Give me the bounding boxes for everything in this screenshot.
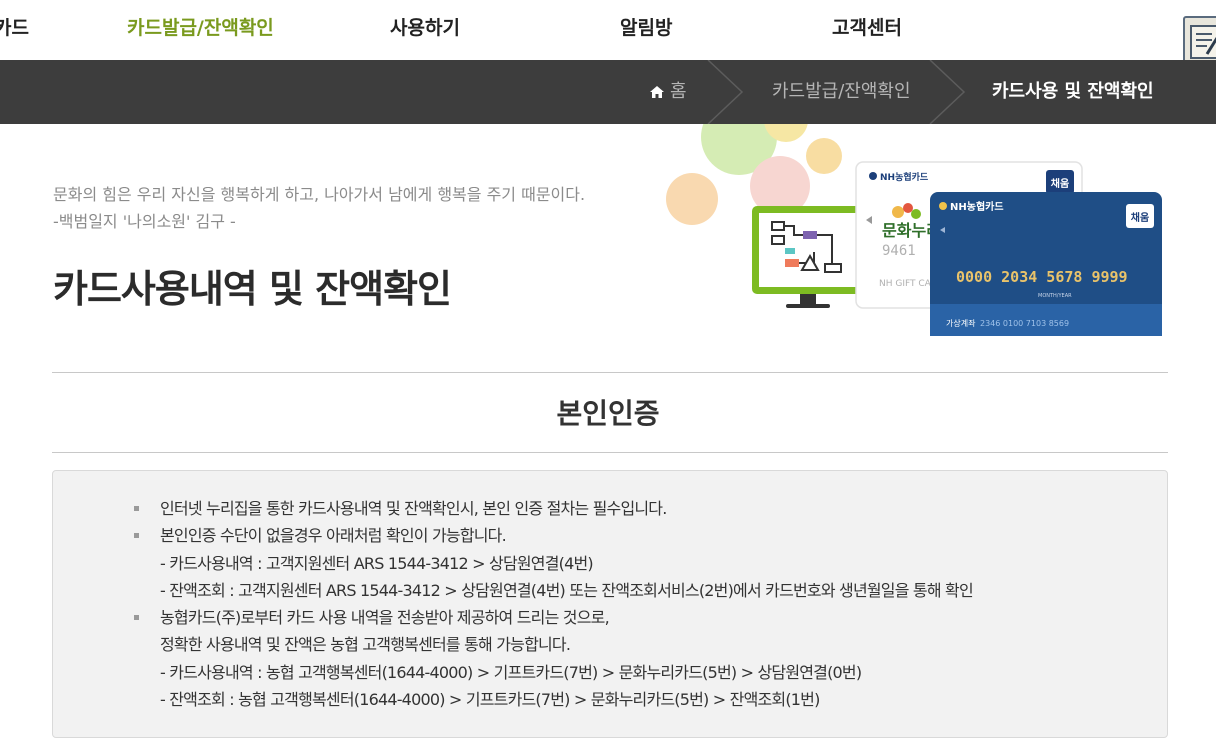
list-item-line: 정확한 사용내역 및 잔액은 농협 고객행복센터를 통해 가능합니다.: [160, 635, 571, 655]
list-item: 농협카드(주)로부터 카드 사용 내역을 전송받아 제공하여 드리는 것으로, …: [133, 604, 973, 713]
svg-text:2346 0100 7103 8569: 2346 0100 7103 8569: [980, 319, 1069, 328]
sitemap-button[interactable]: [1183, 16, 1216, 66]
nav-item-card[interactable]: 카드: [0, 15, 29, 41]
svg-text:9461: 9461: [882, 243, 916, 259]
section-divider-bottom: [52, 452, 1168, 453]
svg-text:채움: 채움: [1131, 211, 1149, 224]
breadcrumb: 홈 카드발급/잔액확인 카드사용 및 잔액확인: [0, 60, 1216, 124]
list-item-line: 농협카드(주)로부터 카드 사용 내역을 전송받아 제공하여 드리는 것으로,: [160, 608, 610, 628]
list-item-line: - 잔액조회 : 농협 고객행복센터(1644-4000) > 기프트카드(7번…: [160, 690, 820, 710]
list-item-line: 본인인증 수단이 없을경우 아래처럼 확인이 가능합니다.: [160, 526, 507, 546]
monitor-icon: [752, 206, 864, 308]
svg-text:0000 2034 5678 9999: 0000 2034 5678 9999: [956, 268, 1128, 286]
svg-text:NH GIFT CA: NH GIFT CA: [879, 279, 932, 289]
section-title: 본인인증: [556, 397, 660, 430]
list-item: 본인인증 수단이 없을경우 아래처럼 확인이 가능합니다. - 카드사용내역 :…: [133, 522, 974, 604]
list-item-line: - 카드사용내역 : 농협 고객행복센터(1644-4000) > 기프트카드(…: [160, 662, 862, 682]
top-navigation: 카드 카드발급/잔액확인 사용하기 알림방 고객센터: [0, 0, 1216, 66]
breadcrumb-separator: [707, 60, 744, 124]
nav-item-usage[interactable]: 사용하기: [390, 15, 460, 41]
hero-illustration-graphic: 채움 NH농협카드 문화누리 9461 NH GIFT CA NH농협카드 채움…: [666, 124, 1162, 336]
nav-item-notice[interactable]: 알림방: [620, 15, 672, 41]
svg-text:NH농협카드: NH농협카드: [880, 171, 929, 183]
nav-item-customer-center[interactable]: 고객센터: [832, 15, 902, 41]
hero-illustration: 채움 NH농협카드 문화누리 9461 NH GIFT CA NH농협카드 채움…: [660, 124, 1168, 336]
breadcrumb-home-label: 홈: [670, 81, 687, 102]
hero-quote-line2: -백범일지 '나의소원' 김구 -: [53, 212, 236, 231]
home-icon: [650, 86, 664, 98]
page-title: 카드사용내역 및 잔액확인: [53, 267, 452, 311]
list-item-line: 인터넷 누리집을 통한 카드사용내역 및 잔액확인시, 본인 인증 절차는 필수…: [160, 499, 667, 518]
section-divider-top: [52, 372, 1168, 373]
breadcrumb-separator: [929, 60, 966, 124]
svg-text:MONTH/YEAR: MONTH/YEAR: [1038, 293, 1072, 299]
hero-quote: 문화의 힘은 우리 자신을 행복하게 하고, 나아가서 남에게 행복을 주기 때…: [53, 181, 585, 235]
verification-info-box: 인터넷 누리집을 통한 카드사용내역 및 잔액확인시, 본인 인증 절차는 필수…: [52, 470, 1168, 738]
hero-quote-line1: 문화의 힘은 우리 자신을 행복하게 하고, 나아가서 남에게 행복을 주기 때…: [53, 185, 586, 204]
list-item: 인터넷 누리집을 통한 카드사용내역 및 잔액확인시, 본인 인증 절차는 필수…: [133, 495, 973, 522]
verification-info-list: 인터넷 누리집을 통한 카드사용내역 및 잔액확인시, 본인 인증 절차는 필수…: [133, 495, 974, 713]
list-item-line: - 잔액조회 : 고객지원센터 ARS 1544-3412 > 상담원연결(4번…: [160, 580, 974, 600]
breadcrumb-parent[interactable]: 카드발급/잔액확인: [772, 60, 911, 124]
nav-item-card-issue-balance[interactable]: 카드발급/잔액확인: [127, 15, 274, 41]
svg-text:채움: 채움: [1051, 177, 1069, 190]
gift-card-front: NH농협카드 채움 0000 2034 5678 9999 MONTH/YEAR…: [930, 192, 1162, 336]
list-item-line: - 카드사용내역 : 고객지원센터 ARS 1544-3412 > 상담원연결(…: [160, 553, 594, 573]
breadcrumb-home[interactable]: 홈: [650, 60, 687, 124]
breadcrumb-current: 카드사용 및 잔액확인: [992, 81, 1154, 102]
svg-text:NH농협카드: NH농협카드: [950, 200, 1004, 213]
svg-text:가상계좌: 가상계좌: [946, 318, 976, 328]
sitemap-icon: [1190, 25, 1216, 59]
